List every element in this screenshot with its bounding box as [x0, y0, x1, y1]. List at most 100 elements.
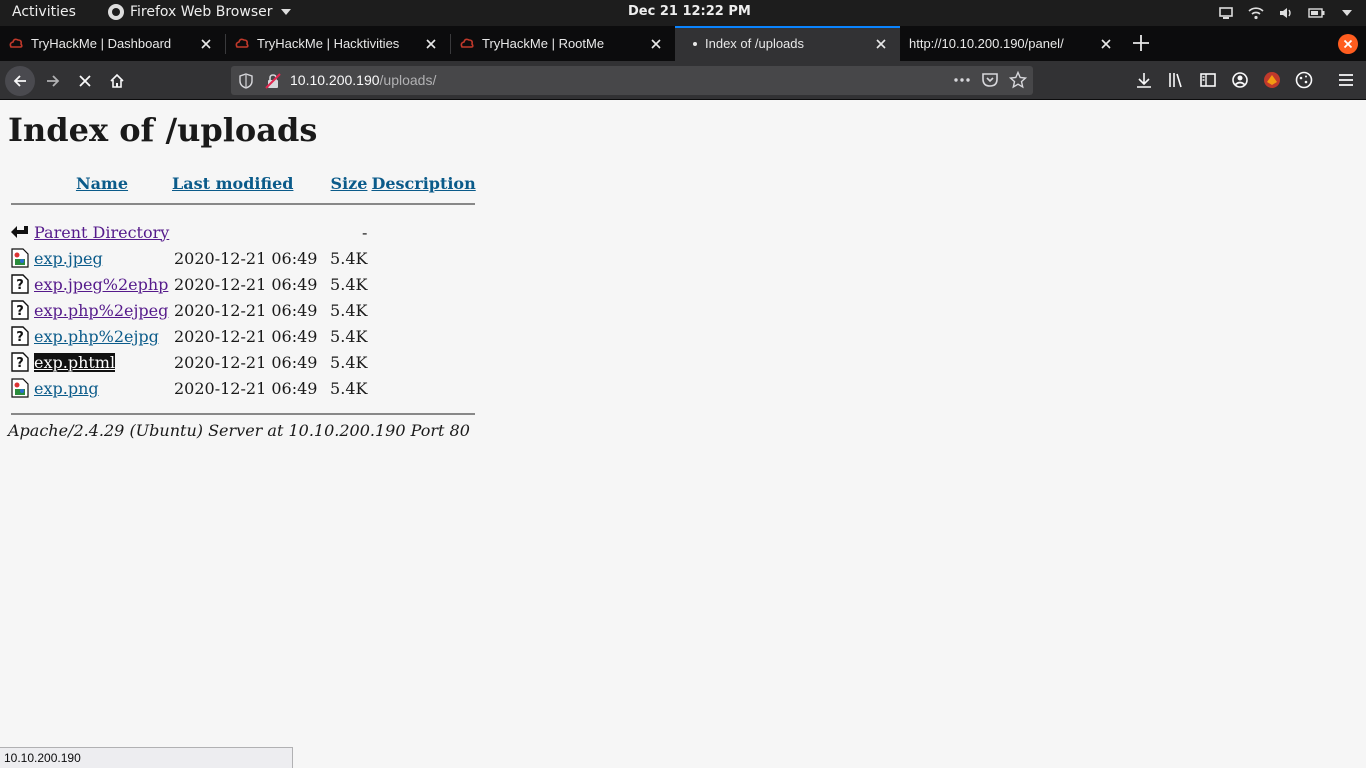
library-icon[interactable]	[1166, 70, 1186, 90]
tab-hacktivities[interactable]: TryHackMe | Hacktivities	[225, 26, 450, 61]
close-icon[interactable]	[1097, 35, 1115, 53]
file-link[interactable]: exp.png	[34, 379, 99, 398]
table-row: ? exp.phtml 2020-12-21 06:49 5.4K	[8, 349, 478, 375]
table-row: exp.png 2020-12-21 06:49 5.4K	[8, 375, 478, 401]
directory-listing: Name Last modified Size Description Pare…	[8, 171, 478, 415]
pocket-icon[interactable]	[981, 71, 999, 89]
download-icon[interactable]	[1134, 70, 1154, 90]
system-top-bar: Activities Firefox Web Browser Dec 21 12…	[0, 0, 1366, 26]
back-button[interactable]	[5, 66, 35, 96]
size-cell: 5.4K	[330, 378, 368, 398]
table-header-row: Name Last modified Size Description	[8, 171, 478, 195]
size-cell: 5.4K	[330, 300, 368, 320]
activities-button[interactable]: Activities	[12, 4, 76, 20]
parent-directory-link[interactable]: Parent Directory	[34, 223, 169, 242]
unknown-file-icon: ?	[11, 352, 29, 372]
svg-text:?: ?	[16, 304, 24, 319]
tab-title: TryHackMe | Dashboard	[31, 36, 172, 51]
wifi-icon	[1248, 7, 1264, 20]
table-row: ? exp.php%2ejpg 2020-12-21 06:49 5.4K	[8, 323, 478, 349]
chevron-down-icon	[280, 9, 291, 15]
column-header-last-modified: Last modified	[172, 171, 319, 195]
sort-by-description-link[interactable]: Description	[371, 174, 475, 193]
url-host: 10.10.200.190	[290, 72, 380, 88]
url-bar[interactable]: 10.10.200.190/uploads/	[231, 66, 1033, 95]
tryhackme-icon	[235, 38, 249, 48]
modified-cell: 2020-12-21 06:49	[174, 352, 318, 372]
unknown-file-icon: ?	[11, 300, 29, 320]
modified-cell: 2020-12-21 06:49	[174, 378, 318, 398]
tab-strip: TryHackMe | Dashboard TryHackMe | Hackti…	[0, 26, 1366, 61]
page-actions-icon[interactable]	[953, 71, 971, 89]
foxyproxy-extension-icon[interactable]	[1262, 70, 1282, 90]
sort-by-name-link[interactable]: Name	[76, 174, 128, 193]
tab-rootme[interactable]: TryHackMe | RootMe	[450, 26, 675, 61]
clock[interactable]: Dec 21 12:22 PM	[628, 4, 751, 19]
tab-title: TryHackMe | Hacktivities	[257, 36, 400, 51]
file-link[interactable]: exp.jpeg	[34, 249, 103, 268]
close-icon[interactable]	[647, 35, 665, 53]
modified-cell: 2020-12-21 06:49	[174, 326, 318, 346]
app-menu-label: Firefox Web Browser	[130, 4, 273, 20]
column-header-name: Name	[32, 171, 172, 195]
table-row: ? exp.php%2ejpeg 2020-12-21 06:49 5.4K	[8, 297, 478, 323]
parent-directory-icon	[11, 226, 28, 238]
home-button[interactable]	[102, 66, 132, 96]
page-content: Index of /uploads Name Last modified Siz…	[0, 101, 1366, 748]
tab-dashboard[interactable]: TryHackMe | Dashboard	[0, 26, 225, 61]
file-link-selected[interactable]: exp.phtml	[34, 352, 116, 372]
tryhackme-icon	[460, 38, 474, 48]
sidebar-icon[interactable]	[1198, 70, 1218, 90]
volume-icon	[1280, 8, 1291, 18]
bookmark-star-icon[interactable]	[1009, 71, 1027, 89]
forward-button[interactable]	[38, 66, 68, 96]
firefox-icon	[108, 4, 124, 20]
chevron-down-icon	[1342, 10, 1352, 16]
app-menu[interactable]: Firefox Web Browser	[108, 4, 291, 20]
svg-text:?: ?	[16, 278, 24, 293]
file-link[interactable]: exp.php%2ejpeg	[34, 301, 168, 320]
url-text[interactable]: 10.10.200.190/uploads/	[290, 72, 436, 88]
alert-icon[interactable]	[1338, 34, 1358, 54]
navigation-toolbar: 10.10.200.190/uploads/	[0, 61, 1366, 100]
account-icon[interactable]	[1230, 70, 1250, 90]
modified-cell: 2020-12-21 06:49	[174, 300, 318, 320]
column-header-size: Size	[319, 171, 369, 195]
insecure-lock-icon[interactable]	[265, 73, 281, 89]
size-cell: 5.4K	[330, 352, 368, 372]
tryhackme-icon	[9, 38, 23, 48]
size-cell: 5.4K	[330, 248, 368, 268]
unknown-file-icon: ?	[11, 326, 29, 346]
hamburger-menu-icon[interactable]	[1336, 70, 1356, 90]
size-cell: 5.4K	[330, 274, 368, 294]
column-header-description: Description	[369, 171, 477, 195]
unknown-file-icon: ?	[11, 274, 29, 294]
file-link[interactable]: exp.jpeg%2ephp	[34, 275, 168, 294]
size-cell: 5.4K	[330, 326, 368, 346]
table-row: exp.jpeg 2020-12-21 06:49 5.4K	[8, 245, 478, 271]
stop-button[interactable]	[70, 66, 100, 96]
close-icon[interactable]	[422, 35, 440, 53]
page-title: Index of /uploads	[8, 111, 318, 149]
loading-dot-icon	[693, 41, 697, 46]
close-icon[interactable]	[872, 35, 890, 53]
cookie-extension-icon[interactable]	[1294, 70, 1314, 90]
tab-panel[interactable]: http://10.10.200.190/panel/	[900, 26, 1125, 61]
sort-by-size-link[interactable]: Size	[331, 174, 368, 193]
status-bar: 10.10.200.190	[0, 747, 293, 768]
tab-title: TryHackMe | RootMe	[482, 36, 605, 51]
shield-icon[interactable]	[239, 73, 253, 89]
sort-by-modified-link[interactable]: Last modified	[172, 174, 293, 193]
image-icon	[11, 248, 29, 268]
file-link[interactable]: exp.php%2ejpg	[34, 327, 159, 346]
svg-text:?: ?	[16, 330, 24, 345]
image-icon	[11, 378, 29, 398]
svg-text:?: ?	[16, 356, 24, 371]
battery-icon	[1308, 8, 1325, 18]
new-tab-button[interactable]	[1130, 32, 1152, 54]
system-tray[interactable]	[1218, 5, 1352, 21]
tab-uploads-index[interactable]: Index of /uploads	[675, 26, 900, 61]
modified-cell: 2020-12-21 06:49	[174, 274, 318, 294]
close-icon[interactable]	[197, 35, 215, 53]
table-row-parent: Parent Directory -	[8, 219, 478, 245]
